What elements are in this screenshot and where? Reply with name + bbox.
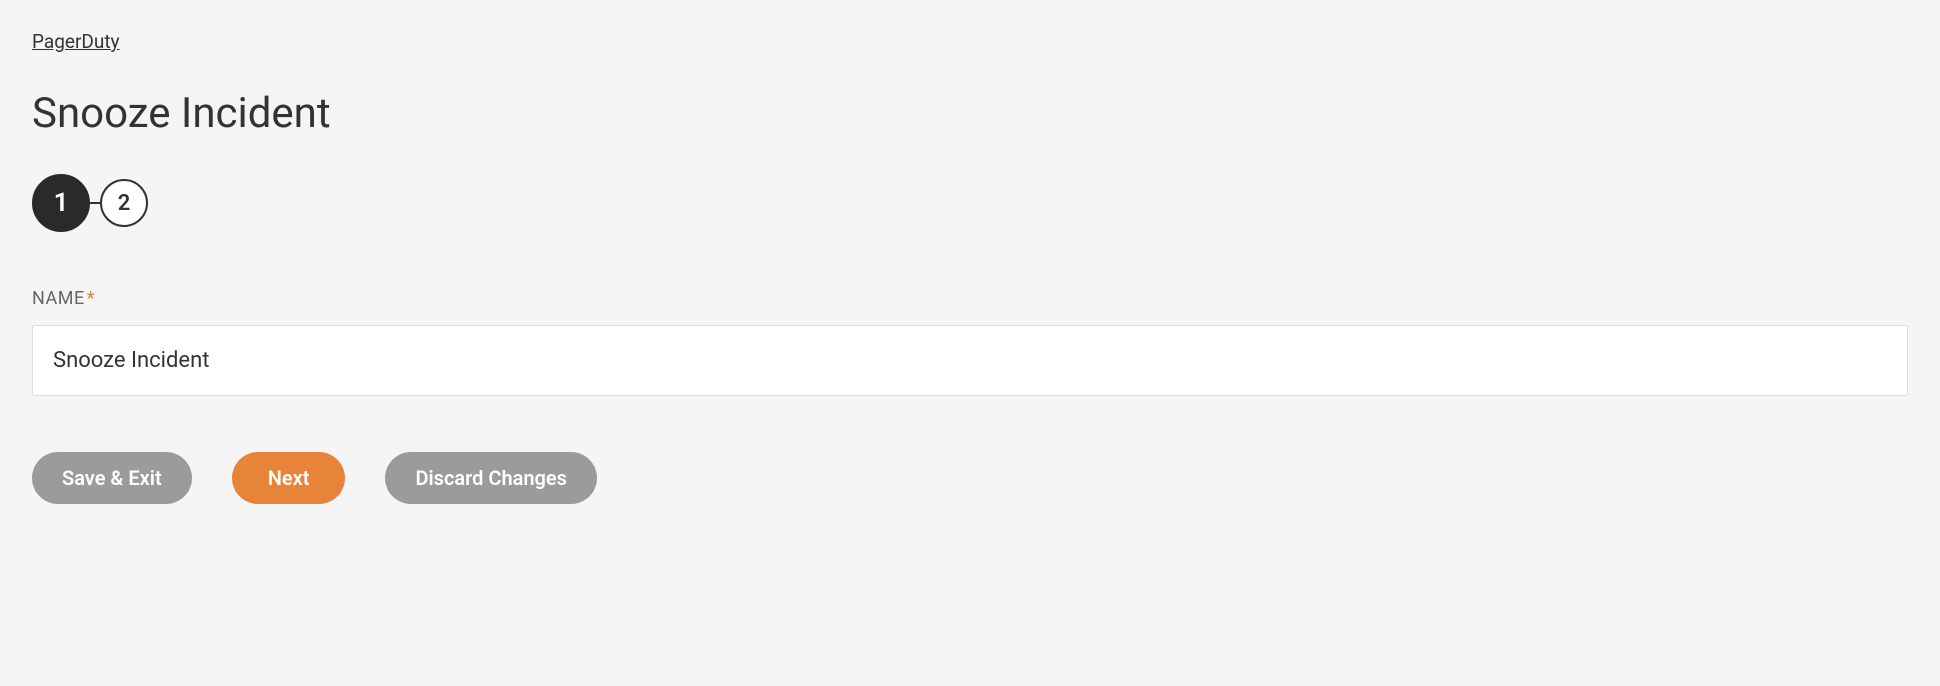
name-field-label: NAME * [32, 288, 1908, 309]
stepper: 1 2 [32, 174, 1908, 232]
step-2[interactable]: 2 [100, 179, 148, 227]
required-asterisk: * [87, 288, 95, 309]
save-exit-button[interactable]: Save & Exit [32, 452, 192, 504]
name-label-text: NAME [32, 288, 85, 309]
button-row: Save & Exit Next Discard Changes [32, 452, 1908, 504]
step-connector [90, 202, 100, 204]
step-1[interactable]: 1 [32, 174, 90, 232]
next-button[interactable]: Next [232, 452, 346, 504]
breadcrumb-link[interactable]: PagerDuty [32, 30, 120, 53]
name-input[interactable] [32, 325, 1908, 396]
discard-changes-button[interactable]: Discard Changes [385, 452, 597, 504]
page-title: Snooze Incident [32, 89, 1908, 138]
